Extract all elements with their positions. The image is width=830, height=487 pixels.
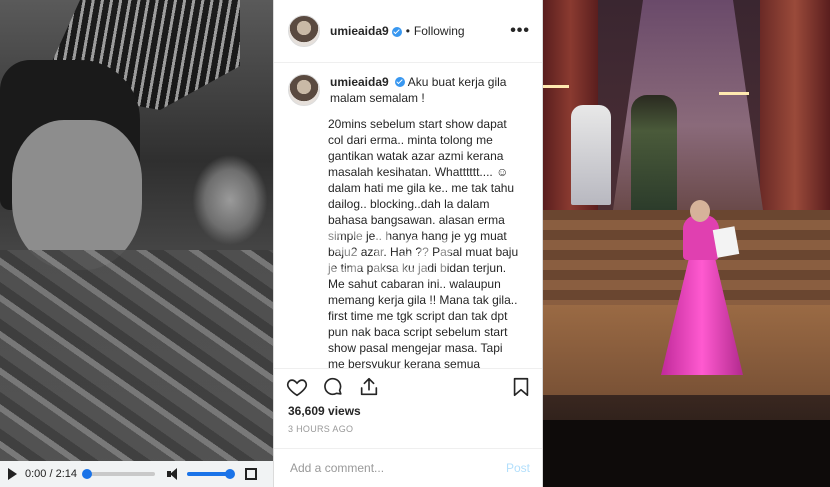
comment-icon[interactable]: [322, 376, 344, 398]
robe-image: [0, 250, 273, 465]
play-icon[interactable]: [8, 468, 17, 480]
video-frame[interactable]: [0, 0, 273, 465]
video-time: 0:00 / 2:14: [25, 468, 77, 480]
face-image: [12, 120, 142, 270]
caption-intro: umieaida9 Aku buat kerja gila malam sema…: [330, 74, 530, 106]
volume-slider[interactable]: [187, 469, 235, 479]
chandelier-image: [719, 92, 749, 125]
view-count[interactable]: 36,609 views: [288, 404, 361, 418]
more-options-icon[interactable]: •••: [510, 23, 530, 39]
caption-username[interactable]: umieaida9: [330, 75, 389, 89]
comment-input[interactable]: [288, 460, 506, 476]
caption-verified-icon: [395, 77, 406, 87]
share-icon[interactable]: [358, 376, 380, 398]
volume-thumb[interactable]: [225, 469, 235, 479]
page: 0:00 / 2:14 umieaida9 • Following ••• um…: [0, 0, 830, 487]
script-paper-image: [712, 226, 740, 258]
separator-dot: •: [405, 24, 410, 38]
following-button[interactable]: Following: [414, 24, 465, 38]
save-icon[interactable]: [510, 376, 532, 398]
video-progress-bar[interactable]: [82, 469, 155, 479]
post-comment-button[interactable]: Post: [506, 461, 530, 475]
username[interactable]: umieaida9: [330, 24, 389, 38]
video-controls: 0:00 / 2:14: [0, 461, 273, 487]
chandelier-image: [543, 85, 569, 118]
caption-avatar[interactable]: [288, 74, 320, 106]
fullscreen-icon[interactable]: [245, 468, 257, 480]
performer-head-image: [690, 200, 710, 222]
avatar[interactable]: [288, 15, 320, 47]
volume-icon[interactable]: [167, 467, 181, 481]
watermark-logo: Star: [320, 213, 465, 291]
right-video-frame[interactable]: [543, 0, 830, 487]
left-video-player[interactable]: 0:00 / 2:14: [0, 0, 273, 487]
audience-image: [543, 420, 830, 487]
actor-king-image: [631, 95, 677, 215]
action-bar: [274, 368, 542, 404]
heart-icon[interactable]: [286, 376, 308, 398]
post-header: umieaida9 • Following •••: [274, 0, 542, 63]
throne-image: [571, 105, 611, 205]
post-timestamp[interactable]: 3 HOURS AGO: [288, 424, 353, 434]
progress-thumb[interactable]: [82, 469, 92, 479]
verified-icon: [391, 27, 402, 37]
caption-header: umieaida9 Aku buat kerja gila malam sema…: [274, 62, 542, 106]
comment-bar: Post: [274, 448, 542, 487]
